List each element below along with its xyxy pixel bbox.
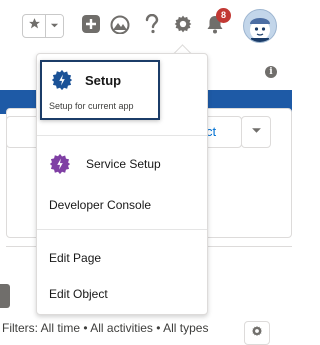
service-gear-icon [49,153,71,175]
star-icon [28,17,41,35]
help-button[interactable] [140,13,164,39]
setup-gear-button[interactable] [171,14,195,38]
more-actions-button[interactable] [241,116,271,148]
info-icon[interactable]: i [265,66,277,78]
chevron-down-icon [251,123,262,141]
gear-icon [251,324,263,342]
menu-divider [37,229,207,230]
favorites-dropdown-button[interactable] [46,15,63,37]
setup-sublabel: Setup for current app [49,101,134,111]
menu-item-developer-console[interactable]: Developer Console [49,198,151,212]
menu-item-service-setup[interactable]: Service Setup [86,157,161,171]
setup-label: Setup [85,73,122,88]
trailhead-button[interactable] [108,14,132,38]
activity-toolbar-button[interactable] [0,284,10,308]
global-header: 8 [0,0,292,52]
favorites-button-group [22,14,64,38]
menu-divider [37,135,207,136]
global-actions-button[interactable] [79,14,103,38]
setup-gear-icon [51,69,73,91]
menu-item-edit-object[interactable]: Edit Object [49,287,108,301]
favorites-button[interactable] [23,15,46,37]
activity-filters-text: Filters: All time • All activities • All… [2,321,209,335]
user-avatar-icon [244,18,276,42]
menu-item-edit-page[interactable]: Edit Page [49,251,101,265]
activity-settings-button[interactable] [244,321,270,345]
notifications-badge: 8 [216,8,231,23]
user-avatar[interactable] [243,9,277,43]
gear-icon [173,14,193,39]
trailhead-icon [109,14,131,39]
plus-icon [81,14,101,39]
question-mark-icon [144,13,160,39]
chevron-down-icon [50,17,59,35]
menu-item-setup[interactable]: Setup Setup for current app [40,60,160,120]
